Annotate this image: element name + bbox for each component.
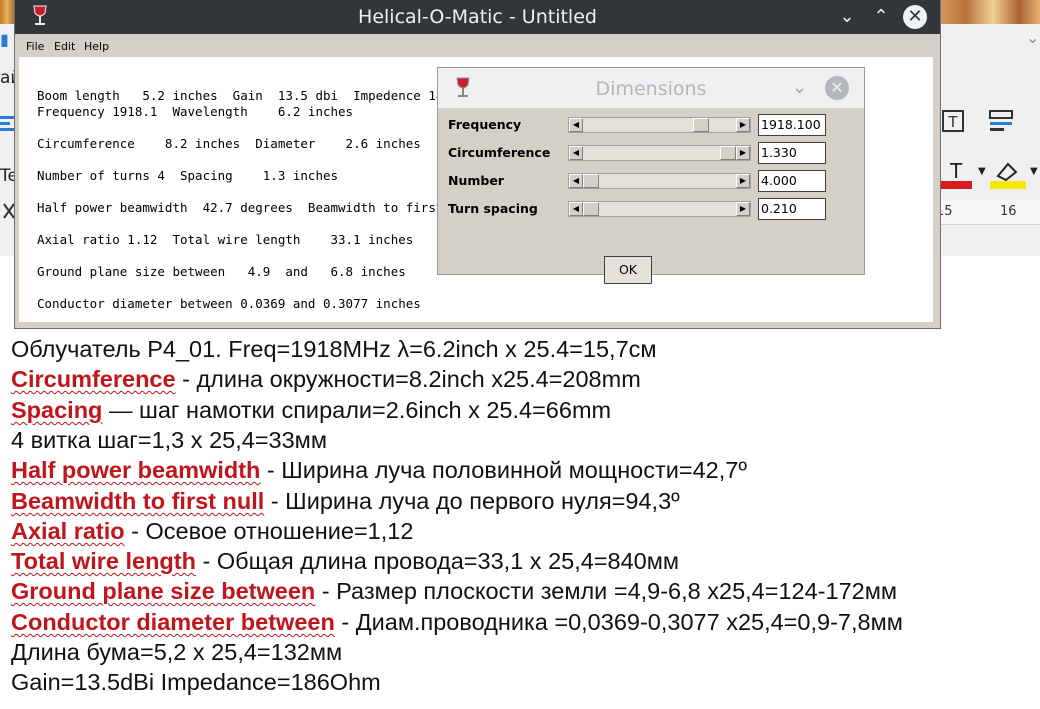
slider-thumb[interactable] (583, 174, 599, 188)
window-title: Helical-O-Matic - Untitled (358, 6, 597, 28)
line-text: — шаг намотки спирали=2.6inch x 25.4=66m… (102, 397, 612, 423)
document-line[interactable]: Длина бума=5,2 x 25,4=132мм (11, 639, 342, 666)
ok-button[interactable]: OK (604, 256, 652, 284)
info-turns: Number of turns 4 Spacing 1.3 inches (37, 168, 339, 183)
info-frequency: Frequency 1918.1 Wavelength 6.2 inches (37, 104, 354, 119)
document-line[interactable]: Spacing — шаг намотки спирали=2.6inch x … (11, 397, 611, 424)
font-color-dropdown-icon[interactable]: ▼ (978, 166, 986, 177)
scroll-right-icon[interactable]: ▶ (736, 174, 750, 188)
menu-help[interactable]: Help (84, 40, 109, 53)
circumference-value-field[interactable]: 1.330 (758, 142, 826, 164)
number-label: Number (448, 173, 504, 188)
close-button[interactable]: ✕ (903, 5, 927, 29)
document-line[interactable]: Conductor diameter between - Диам.провод… (11, 609, 903, 636)
dialog-minimize-button[interactable]: ⌄ (792, 77, 807, 98)
term-text: Half power beamwidth (11, 457, 261, 483)
frequency-slider[interactable]: ◀ ▶ (568, 117, 751, 133)
font-color-icon[interactable]: T (940, 159, 980, 189)
text-frame-icon[interactable]: T (940, 108, 966, 134)
menu-file[interactable]: File (26, 40, 44, 53)
ruler: 15 16 (930, 200, 1040, 225)
menubar: File Edit Help (17, 36, 938, 56)
document-line[interactable]: Облучатель P4_01. Freq=1918MHz λ=6.2inch… (11, 336, 657, 363)
slider-thumb[interactable] (583, 202, 599, 216)
frequency-value-field[interactable]: 1918.100 (758, 114, 826, 136)
turn-spacing-label: Turn spacing (448, 201, 538, 216)
highlight-dropdown-icon[interactable]: ▼ (1030, 166, 1038, 177)
maximize-button[interactable]: ⌃ (869, 5, 893, 29)
align-icon[interactable] (0, 112, 14, 138)
menu-edit[interactable]: Edit (54, 40, 75, 53)
line-text: - Размер плоскости земли =4,9-6,8 x25,4=… (315, 578, 898, 604)
info-ground-plane: Ground plane size between 4.9 and 6.8 in… (37, 264, 406, 279)
document-line[interactable]: Beamwidth to first null - Ширина луча до… (11, 488, 680, 515)
scroll-right-icon[interactable]: ▶ (736, 146, 750, 160)
svg-text:T: T (949, 160, 963, 183)
turn-spacing-value-field[interactable]: 0.210 (758, 198, 826, 220)
scroll-right-icon[interactable]: ▶ (736, 202, 750, 216)
term-text: Total wire length (11, 548, 196, 574)
minimize-button[interactable]: ⌄ (835, 5, 859, 29)
bookmark-icon[interactable]: ▮ (0, 30, 9, 49)
line-text: - Ширина луча половинной мощности=42,7º (260, 457, 747, 483)
slider-thumb[interactable] (693, 118, 709, 132)
line-text: - Диам.проводника =0,0369-0,3077 x25,4=0… (334, 609, 903, 635)
line-text: Облучатель P4_01. Freq=1918MHz λ=6.2inch… (11, 336, 657, 362)
scroll-left-icon[interactable]: ◀ (569, 174, 583, 188)
dimensions-dialog: Dimensions ⌄ ✕ Frequency ◀ ▶ 1918.100 Circum… (438, 68, 864, 284)
line-text: 4 витка шаг=1,3 x 25,4=33мм (11, 427, 327, 453)
window-titlebar[interactable]: Helical-O-Matic - Untitled ⌄ ⌃ ✕ (15, 0, 940, 34)
ruler-mark: 16 (1000, 204, 1017, 219)
number-slider[interactable]: ◀ ▶ (568, 173, 751, 189)
info-conductor: Conductor diameter between 0.0369 and 0.… (37, 296, 421, 311)
document-line[interactable]: Gain=13.5dBi Impedance=186Ohm (11, 669, 381, 696)
number-value-field[interactable]: 4.000 (758, 170, 826, 192)
dialog-body: Frequency ◀ ▶ 1918.100 Circumference ◀ ▶ 1.330 N… (444, 110, 858, 284)
info-circumference: Circumference 8.2 inches Diameter 2.6 in… (37, 136, 421, 151)
scroll-left-icon[interactable]: ◀ (569, 146, 583, 160)
dialog-close-button[interactable]: ✕ (825, 76, 849, 100)
slider-thumb[interactable] (720, 146, 736, 160)
line-text: - длина окружности=8.2inch x25.4=208mm (175, 366, 641, 392)
document-line[interactable]: Ground plane size between - Размер плоск… (11, 578, 897, 605)
desktop-wallpaper-fragment (935, 0, 1040, 24)
document-line[interactable]: Total wire length - Общая длина провода=… (11, 548, 679, 575)
clear-format-icon[interactable] (2, 198, 16, 224)
line-text: Gain=13.5dBi Impedance=186Ohm (11, 669, 381, 695)
document-line[interactable]: 4 витка шаг=1,3 x 25,4=33мм (11, 427, 327, 454)
document-line[interactable]: Axial ratio - Осевое отношение=1,12 (11, 518, 413, 545)
highlight-icon[interactable] (990, 160, 1030, 189)
turn-spacing-slider[interactable]: ◀ ▶ (568, 201, 751, 217)
line-text: - Ширина луча до первого нуля=94,3º (264, 488, 680, 514)
term-text: Ground plane size between (11, 578, 316, 604)
term-text: Axial ratio (11, 518, 125, 544)
line-text: Длина бума=5,2 x 25,4=132мм (11, 639, 343, 665)
document-line[interactable]: Circumference - длина окружности=8.2inch… (11, 366, 641, 393)
term-text: Spacing (11, 397, 103, 423)
term-text: Beamwidth to first null (11, 488, 265, 514)
scroll-right-icon[interactable]: ▶ (736, 118, 750, 132)
scroll-left-icon[interactable]: ◀ (569, 202, 583, 216)
svg-text:T: T (947, 113, 958, 131)
document-line[interactable]: Half power beamwidth - Ширина луча полов… (11, 457, 747, 484)
insert-field-icon[interactable] (988, 108, 1014, 134)
scroll-left-icon[interactable]: ◀ (569, 118, 583, 132)
info-axial-ratio: Axial ratio 1.12 Total wire length 33.1 … (37, 232, 414, 247)
circumference-label: Circumference (448, 145, 551, 160)
line-text: - Общая длина провода=33,1 x 25,4=840мм (195, 548, 680, 574)
dialog-titlebar[interactable]: Dimensions ⌄ ✕ (438, 68, 864, 108)
term-text: Conductor diameter between (11, 609, 335, 635)
chevron-down-icon[interactable]: ⌄ (1026, 28, 1039, 47)
info-boom-gain: Boom length 5.2 inches Gain 13.5 dbi Imp… (37, 88, 504, 103)
line-text: - Осевое отношение=1,12 (124, 518, 414, 544)
term-text: Circumference (11, 366, 176, 392)
frequency-label: Frequency (448, 117, 522, 132)
circumference-slider[interactable]: ◀ ▶ (568, 145, 751, 161)
